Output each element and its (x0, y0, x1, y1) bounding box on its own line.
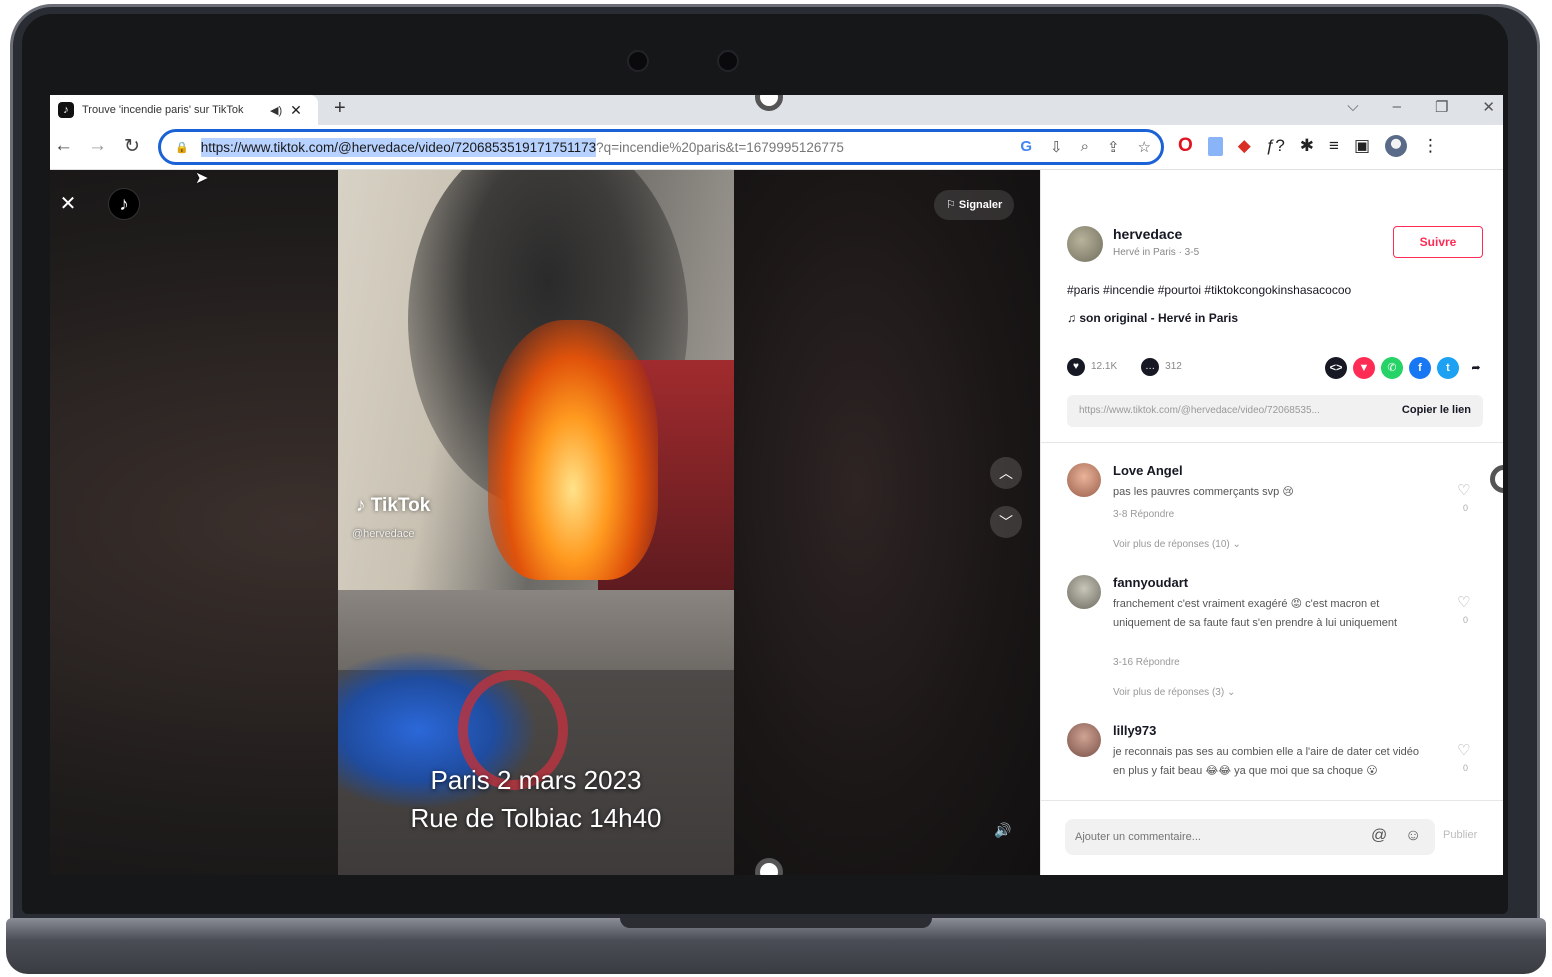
comment-like-count: 0 (1463, 763, 1469, 773)
zoom-icon[interactable]: ⌕ (1081, 138, 1089, 156)
url-selected-text: https://www.tiktok.com/@hervedace/video/… (200, 137, 597, 157)
twitter-icon[interactable]: t (1437, 357, 1459, 379)
video-fire (488, 320, 658, 580)
author-subtitle: Hervé in Paris · 3-5 (1113, 247, 1200, 258)
screen: ♪ Trouve 'incendie paris' sur TikTok ◀) … (50, 95, 1503, 875)
embed-icon[interactable]: <> (1325, 357, 1347, 379)
video-viewer: ♪ TikTok @hervedace Paris 2 mars 2023 Ru… (50, 170, 1040, 875)
previous-video-icon[interactable]: ︿ (990, 457, 1022, 489)
copy-link-button[interactable]: Copier le lien (1402, 404, 1471, 416)
tiktok-watermark: ♪ TikTok (356, 495, 431, 516)
emoji-icon[interactable]: ☺ (1405, 827, 1421, 845)
comment-input-bar: @ ☺ Publier (1041, 800, 1503, 875)
tiktok-logo-icon[interactable]: ♪ (108, 188, 140, 220)
reload-icon[interactable]: ↻ (124, 135, 140, 158)
comment-like-count: 0 (1463, 615, 1469, 625)
bookmark-star-icon[interactable]: ☆ (1138, 138, 1151, 156)
tab-search-icon[interactable]: ⌵ (1347, 98, 1358, 116)
comment-like-icon[interactable]: ♡ (1457, 481, 1470, 499)
close-video-icon[interactable]: ✕ (56, 192, 80, 216)
facebook-icon[interactable]: f (1409, 357, 1431, 379)
comment-meta[interactable]: 3-8 Répondre (1113, 509, 1174, 520)
url-query-text: ?q=incendie%20paris&t=1679995126775 (596, 139, 844, 155)
opera-extension-icon[interactable]: O (1178, 135, 1193, 157)
browser-toolbar: ← → ↻ 🔒 https://www.tiktok.com/@hervedac… (50, 125, 1503, 170)
menu-kebab-icon[interactable]: ⋮ (1422, 136, 1439, 156)
share-arrow-icon[interactable]: ➦ (1465, 357, 1487, 379)
restore-button[interactable]: ❐ (1435, 98, 1448, 116)
comment-text: je reconnais pas ses au combien elle a l… (1113, 746, 1420, 777)
tiktok-favicon-icon: ♪ (58, 102, 74, 118)
mention-icon[interactable]: @ (1371, 827, 1387, 845)
next-video-icon[interactable]: ﹀ (990, 506, 1022, 538)
docs-extension-icon[interactable] (1207, 136, 1223, 156)
comment-like-count: 0 (1463, 503, 1469, 513)
window-controls: ⌵ – ❐ ✕ (1347, 98, 1495, 116)
close-window-button[interactable]: ✕ (1482, 98, 1495, 116)
side-panel-icon[interactable]: ▣ (1354, 136, 1370, 156)
comment-text: franchement c'est vraiment exagéré 😡 c'e… (1113, 598, 1398, 629)
comment-like-icon[interactable]: ♡ (1457, 593, 1470, 611)
tab-close-icon[interactable]: ✕ (290, 102, 302, 119)
report-button[interactable]: ⚐ Signaler (934, 190, 1015, 220)
video-player[interactable]: ♪ TikTok @hervedace Paris 2 mars 2023 Ru… (338, 170, 734, 875)
extension-icons: O ◆ ƒ? ✱ ≡ ▣ ⋮ (1178, 135, 1439, 157)
comment-meta[interactable]: 3-16 Répondre (1113, 657, 1180, 668)
comment-text: pas les pauvres commerçants svp 😢 (1113, 486, 1294, 498)
comment-avatar[interactable] (1067, 463, 1101, 497)
author-avatar[interactable] (1067, 226, 1103, 262)
video-details-panel: hervedace Hervé in Paris · 3-5 Suivre #p… (1040, 170, 1503, 875)
sound-link[interactable]: ♫ son original - Hervé in Paris (1067, 311, 1238, 325)
tab-title: Trouve 'incendie paris' sur TikTok (82, 104, 244, 116)
comment-author[interactable]: Love Angel (1113, 463, 1183, 478)
formula-extension-icon[interactable]: ƒ? (1266, 136, 1285, 156)
comment-author[interactable]: lilly973 (1113, 723, 1156, 738)
comment-avatar[interactable] (1067, 723, 1101, 757)
video-caption-line1: Paris 2 mars 2023 (430, 765, 642, 795)
volume-icon[interactable]: 🔊 (990, 822, 1016, 848)
minimize-button[interactable]: – (1393, 98, 1401, 116)
comment-stat[interactable]: … 312 (1141, 358, 1182, 376)
whatsapp-icon[interactable]: ✆ (1381, 357, 1403, 379)
author-name[interactable]: hervedace (1113, 226, 1182, 242)
profile-avatar-icon[interactable] (1385, 135, 1408, 157)
forward-arrow-icon[interactable]: → (88, 135, 107, 157)
comment-icon: … (1141, 358, 1160, 376)
address-bar[interactable]: 🔒 https://www.tiktok.com/@hervedace/vide… (158, 129, 1164, 165)
view-more-replies[interactable]: Voir plus de réponses (10) ⌄ (1113, 539, 1241, 550)
browser-tab[interactable]: ♪ Trouve 'incendie paris' sur TikTok ◀) … (50, 95, 318, 125)
mouse-cursor-icon: ➤ (195, 170, 209, 187)
heart-icon: ♥ (1067, 358, 1085, 376)
share-icons: <> ▼ ✆ f t ➦ (1325, 357, 1487, 379)
new-tab-button[interactable]: + (334, 97, 346, 120)
laptop-base-notch (620, 918, 932, 928)
puzzle-extensions-icon[interactable]: ✱ (1300, 136, 1314, 156)
comment-avatar[interactable] (1067, 575, 1101, 609)
red-extension-icon[interactable]: ◆ (1238, 136, 1251, 156)
like-stat[interactable]: ♥ 12.1K (1067, 358, 1117, 376)
panel-divider (1041, 442, 1503, 443)
camera-left (627, 50, 649, 72)
lock-icon: 🔒 (175, 141, 189, 154)
install-icon[interactable]: ⇩ (1050, 138, 1063, 156)
reading-list-icon[interactable]: ≡ (1329, 136, 1339, 156)
view-more-replies[interactable]: Voir plus de réponses (3) ⌄ (1113, 687, 1235, 698)
share-icon[interactable]: ⇪ (1107, 138, 1120, 156)
camera-right (717, 50, 739, 72)
video-hashtags[interactable]: #paris #incendie #pourtoi #tiktokcongoki… (1067, 283, 1351, 297)
video-stats: ♥ 12.1K … 312 (1067, 358, 1182, 376)
tiktok-watermark-handle: @hervedace (352, 528, 415, 540)
send-icon[interactable]: ▼ (1353, 357, 1375, 379)
audio-icon[interactable]: ◀) (270, 104, 282, 117)
video-link-url[interactable]: https://www.tiktok.com/@hervedace/video/… (1079, 405, 1379, 416)
video-caption-line2: Rue de Tolbiac 14h40 (410, 803, 662, 833)
video-link-box: https://www.tiktok.com/@hervedace/video/… (1067, 395, 1483, 427)
google-lens-icon[interactable]: G (1020, 138, 1032, 156)
back-arrow-icon[interactable]: ← (54, 135, 73, 157)
omnibox-actions: G ⇩ ⌕ ⇪ ☆ (1020, 138, 1151, 156)
follow-button[interactable]: Suivre (1393, 226, 1483, 258)
comment-author[interactable]: fannyoudart (1113, 575, 1188, 590)
comment-like-icon[interactable]: ♡ (1457, 741, 1470, 759)
post-comment-button[interactable]: Publier (1443, 829, 1477, 841)
